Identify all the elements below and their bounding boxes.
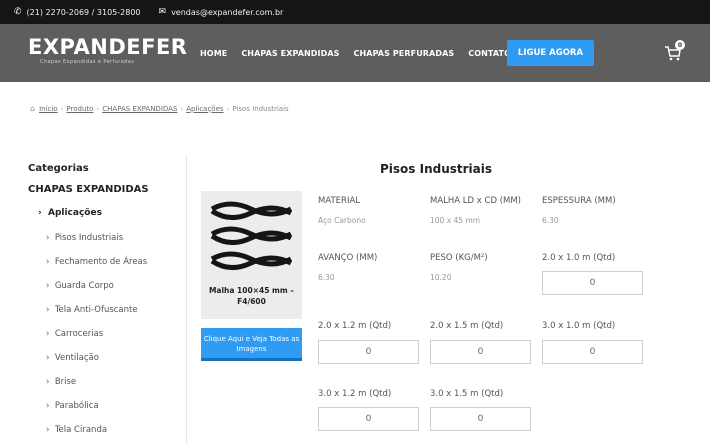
qty-label-3x1: 3.0 x 1.0 m (Qtd) — [542, 321, 616, 331]
sidebar-item-tela-anti-ofuscante[interactable]: › Tela Anti-Ofuscante — [46, 305, 138, 315]
breadcrumb-separator: › — [226, 104, 230, 113]
mail-icon: ✉ — [158, 7, 167, 17]
sidebar-subcategory-label: Aplicações — [47, 208, 102, 218]
spec-value-peso: 10.20 — [430, 273, 452, 282]
product-title: Pisos Industriais — [380, 162, 493, 176]
top-contact-bar: ✆ (21) 2270-2069 / 3105-2800 ✉ vendas@ex… — [0, 0, 710, 24]
qty-input-2x1-5[interactable] — [430, 340, 531, 364]
qty-input-2x1[interactable] — [542, 271, 643, 295]
sidebar-item-ventilacao[interactable]: › Ventilação — [46, 353, 99, 363]
sidebar-item-label: Ventilação — [54, 353, 99, 363]
menu-chapas-expandidas[interactable]: CHAPAS EXPANDIDAS — [241, 49, 339, 58]
sidebar-item-pisos-industriais[interactable]: › Pisos Industriais — [46, 233, 123, 243]
qty-label-2x1-2: 2.0 x 1.2 m (Qtd) — [318, 321, 392, 331]
breadcrumb-separator: › — [96, 104, 100, 113]
qty-input-3x1-2[interactable] — [318, 407, 419, 431]
main-menu: HOME CHAPAS EXPANDIDAS CHAPAS PERFURADAS… — [200, 24, 525, 82]
spec-value-material: Aço Carbono — [318, 216, 366, 225]
sidebar-item-parabolica[interactable]: › Parabólica — [46, 401, 99, 411]
product-image-caption: Malha 100×45 mm – F4/600 — [208, 286, 295, 306]
breadcrumb-inicio[interactable]: Início — [39, 105, 58, 113]
email-text: vendas@expandefer.com.br — [171, 7, 284, 17]
site-logo[interactable]: EXPANDEFER Chapas Expandidas e Perfurada… — [28, 36, 187, 65]
qty-input-2x1-2[interactable] — [318, 340, 419, 364]
sidebar-subcategory[interactable]: › Aplicações — [38, 208, 102, 218]
breadcrumb-produto[interactable]: Produto — [66, 105, 93, 113]
category-sidebar: Categorias CHAPAS EXPANDIDAS › Aplicaçõe… — [28, 163, 188, 435]
cart-button[interactable]: 0 — [664, 40, 686, 64]
spec-label-material: MATERIAL — [318, 196, 361, 206]
ligue-agora-button[interactable]: LIGUE AGORA — [507, 40, 594, 66]
qty-label-2x1-5: 2.0 x 1.5 m (Qtd) — [430, 321, 504, 331]
breadcrumb-separator: › — [180, 104, 184, 113]
breadcrumb-separator: › — [60, 104, 64, 113]
qty-label-3x1-2: 3.0 x 1.2 m (Qtd) — [318, 389, 392, 399]
product-image[interactable]: Malha 100×45 mm – F4/600 — [201, 191, 302, 319]
email-contact[interactable]: ✉ vendas@expandefer.com.br — [159, 7, 284, 17]
sidebar-item-carrocerias[interactable]: › Carrocerias — [46, 329, 103, 339]
view-all-images-button[interactable]: Clique Aqui e Veja Todas as Imagens — [201, 328, 302, 361]
spec-value-espessura: 6.30 — [542, 216, 559, 225]
qty-input-3x1[interactable] — [542, 340, 643, 364]
logo-tagline: Chapas Expandidas e Perfuradas — [40, 59, 135, 65]
sidebar-item-label: Guarda Corpo — [54, 281, 114, 291]
breadcrumb-aplicacoes[interactable]: Aplicações — [186, 105, 223, 113]
expanded-metal-mesh-image — [210, 201, 293, 270]
menu-home[interactable]: HOME — [200, 49, 227, 58]
sidebar-heading: Categorias — [28, 163, 89, 174]
breadcrumb: ⌂ Início › Produto › CHAPAS EXPANDIDAS ›… — [30, 104, 289, 113]
sidebar-item-label: Pisos Industriais — [54, 233, 124, 243]
qty-label-2x1: 2.0 x 1.0 m (Qtd) — [542, 253, 616, 263]
sidebar-item-brise[interactable]: › Brise — [46, 377, 76, 387]
phone-text: (21) 2270-2069 / 3105-2800 — [26, 7, 141, 17]
cart-count-badge: 0 — [675, 40, 685, 50]
sidebar-item-tela-ciranda[interactable]: › Tela Ciranda — [46, 425, 107, 435]
sidebar-item-label: Carrocerias — [54, 329, 104, 339]
breadcrumb-chapas-expandidas[interactable]: CHAPAS EXPANDIDAS — [102, 105, 177, 113]
menu-chapas-perfuradas[interactable]: CHAPAS PERFURADAS — [354, 49, 455, 58]
sidebar-category[interactable]: CHAPAS EXPANDIDAS — [28, 184, 188, 195]
phone-icon: ✆ — [14, 7, 22, 17]
phone-contact[interactable]: ✆ (21) 2270-2069 / 3105-2800 — [14, 7, 141, 17]
spec-label-avanco: AVANÇO (MM) — [318, 253, 378, 263]
spec-label-malha: MALHA LD x CD (MM) — [430, 196, 521, 206]
spec-value-malha: 100 x 45 mm — [430, 216, 481, 225]
sidebar-item-label: Tela Ciranda — [54, 425, 108, 435]
sidebar-item-label: Brise — [54, 377, 77, 387]
sidebar-item-fechamento[interactable]: › Fechamento de Áreas — [46, 257, 147, 267]
spec-label-espessura: ESPESSURA (MM) — [542, 196, 616, 206]
breadcrumb-current: Pisos Industriais — [232, 104, 289, 113]
spec-label-peso: PESO (KG/M²) — [430, 253, 488, 263]
sidebar-item-guarda-corpo[interactable]: › Guarda Corpo — [46, 281, 114, 291]
spec-value-avanco: 6.30 — [318, 273, 335, 282]
main-header: EXPANDEFER Chapas Expandidas e Perfurada… — [0, 24, 710, 82]
home-icon: ⌂ — [30, 104, 36, 113]
sidebar-item-label: Fechamento de Áreas — [54, 257, 148, 267]
menu-contato[interactable]: CONTATO — [468, 49, 511, 58]
sidebar-divider — [186, 156, 187, 443]
qty-input-3x1-5[interactable] — [430, 407, 531, 431]
sidebar-item-label: Parabólica — [54, 401, 99, 411]
sidebar-item-label: Tela Anti-Ofuscante — [54, 305, 138, 315]
qty-label-3x1-5: 3.0 x 1.5 m (Qtd) — [430, 389, 504, 399]
logo-text: EXPANDEFER — [28, 35, 188, 59]
